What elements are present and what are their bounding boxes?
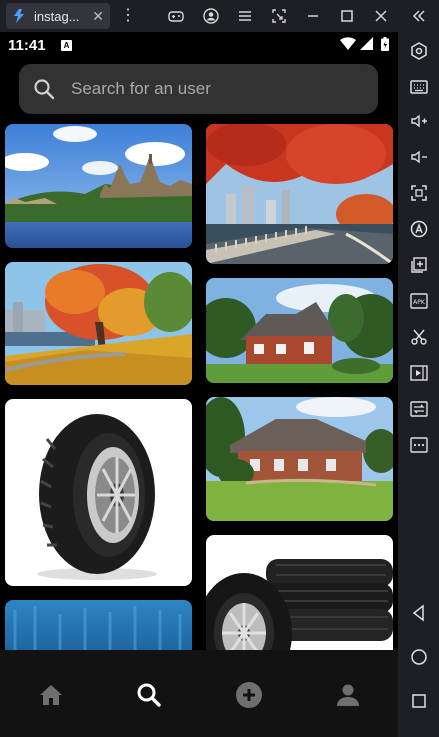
- apk-icon[interactable]: APK: [398, 286, 439, 316]
- scissors-icon[interactable]: [398, 322, 439, 352]
- keyboard-icon[interactable]: [398, 72, 439, 102]
- volume-down-icon[interactable]: [398, 142, 439, 172]
- emulator-sidebar: APK: [398, 32, 439, 737]
- close-window-icon[interactable]: [364, 0, 398, 32]
- auto-rotate-icon[interactable]: [398, 214, 439, 244]
- autumn-tree-park-photo[interactable]: [5, 262, 192, 385]
- screenshot-icon[interactable]: [262, 0, 296, 32]
- nav-profile[interactable]: [333, 680, 363, 710]
- volume-up-icon[interactable]: [398, 106, 439, 136]
- autumn-city-boardwalk-photo[interactable]: [206, 124, 393, 264]
- more-icon[interactable]: [398, 430, 439, 460]
- bottom-navigation: [0, 650, 398, 737]
- maximize-icon[interactable]: [330, 0, 364, 32]
- cellular-signal-icon: [360, 37, 373, 50]
- nav-search[interactable]: [134, 680, 164, 710]
- gamepad-icon[interactable]: [159, 0, 193, 32]
- notification-icon: A: [61, 40, 72, 51]
- recents-square-icon[interactable]: [398, 686, 439, 716]
- brick-house-photo[interactable]: [206, 278, 393, 383]
- brick-house-lawn-photo[interactable]: [206, 397, 393, 521]
- add-circle-icon: [236, 682, 262, 708]
- emulator-logo-icon: [14, 9, 24, 23]
- tire-photo[interactable]: [5, 399, 192, 586]
- emulator-title-bar: instag... ✕ ⋮: [0, 0, 439, 32]
- sync-icon[interactable]: [398, 394, 439, 424]
- nav-home[interactable]: [36, 680, 66, 710]
- tab-close-icon[interactable]: ✕: [92, 8, 104, 25]
- phone-screen: 11:41 A: [0, 32, 398, 737]
- menu-dots-icon[interactable]: ⋮: [118, 8, 138, 24]
- home-circle-icon[interactable]: [398, 642, 439, 672]
- settings-hex-icon[interactable]: [398, 36, 439, 66]
- profile-icon: [337, 684, 359, 706]
- back-triangle-icon[interactable]: [398, 598, 439, 628]
- add-window-icon[interactable]: [398, 250, 439, 280]
- stacked-tires-photo[interactable]: [206, 535, 393, 660]
- status-bar: 11:41 A: [0, 32, 398, 58]
- minimize-icon[interactable]: [296, 0, 330, 32]
- nav-add[interactable]: [234, 680, 264, 710]
- status-time: 11:41: [8, 37, 46, 54]
- wifi-icon: [340, 37, 356, 50]
- search-bar[interactable]: [19, 64, 378, 114]
- fullscreen-icon[interactable]: [398, 178, 439, 208]
- tab-title: instag...: [34, 8, 80, 24]
- app-tab[interactable]: instag... ✕: [6, 3, 110, 29]
- account-icon[interactable]: [194, 0, 228, 32]
- svg-text:APK: APK: [413, 299, 426, 306]
- search-nav-icon: [137, 683, 161, 707]
- video-record-icon[interactable]: [398, 358, 439, 388]
- collapse-sidebar-icon[interactable]: [402, 0, 436, 32]
- search-icon: [34, 79, 55, 100]
- search-input[interactable]: [71, 79, 378, 99]
- battery-icon: [381, 37, 389, 51]
- home-icon: [40, 685, 62, 705]
- hamburger-menu-icon[interactable]: [228, 0, 262, 32]
- parliament-lake-photo[interactable]: [5, 124, 192, 248]
